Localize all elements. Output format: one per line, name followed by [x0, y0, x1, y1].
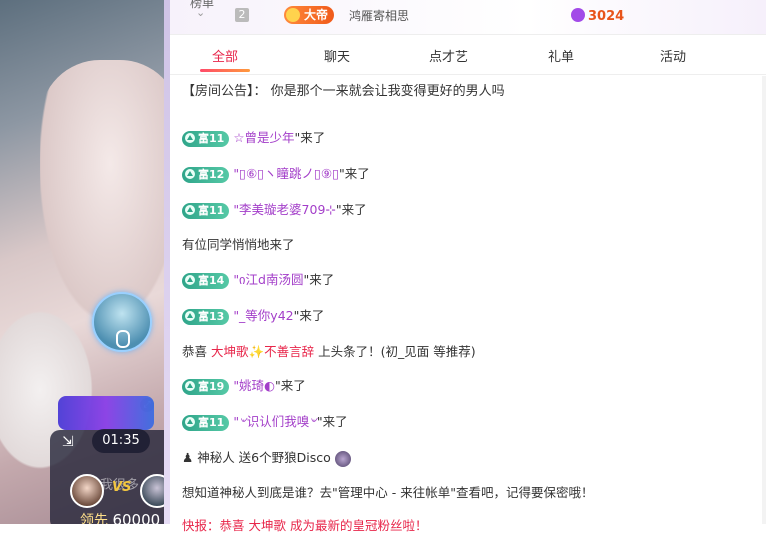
tab-all[interactable]: 全部	[212, 46, 238, 65]
message-suffix: "来了	[316, 414, 348, 429]
user-name[interactable]: ☆曾是少年	[233, 130, 294, 145]
chat-message: 富11 "৺识认们我嗅৺"来了	[182, 410, 348, 434]
wealth-level-badge: 富11	[182, 130, 230, 147]
pk-logo-badge	[58, 396, 154, 430]
message-suffix: "来了	[339, 166, 370, 181]
chat-message: 富11 ☆曾是少年"来了	[182, 126, 325, 150]
gift-icon	[334, 450, 351, 467]
video-backdrop-shape	[40, 60, 168, 320]
message-text: 想知道神秘人到底是谁？去"管理中心 - 来往帐单"查看吧，记得要保密哦！	[182, 485, 594, 500]
wealth-level-badge: 富12	[182, 166, 230, 183]
chat-message-gift: ♟ 神秘人 送6个野狼Disco	[182, 446, 351, 470]
user-name[interactable]: "李美璇老婆709⊹	[233, 202, 336, 217]
message-suffix: "来了	[293, 308, 325, 323]
user-name-2[interactable]: 不善言辞	[264, 344, 314, 359]
user-name[interactable]: "৺识认们我嗅৺	[233, 414, 317, 429]
chat-message: 想知道神秘人到底是谁？去"管理中心 - 来往帐单"查看吧，记得要保密哦！	[182, 481, 593, 505]
message-suffix: "来了	[335, 202, 367, 217]
points-value: 3024	[588, 9, 625, 24]
noble-badge: 大帝	[284, 6, 335, 24]
wealth-level-badge: 富11	[182, 202, 230, 219]
pk-host-avatar[interactable]	[70, 474, 104, 508]
chat-message: 富13 "_等你y42"来了	[182, 304, 324, 328]
announcement-text: 你是那个一来就会让我变得更好的男人吗	[270, 84, 505, 99]
active-tab-indicator	[200, 69, 250, 72]
user-name[interactable]: "▯⑥▯ヽ瞳跳ノ▯⑨▯	[233, 166, 339, 181]
sparkle-icon: ✨	[248, 344, 265, 359]
chevron-down-icon[interactable]: ⌄	[196, 6, 205, 19]
pk-lead-score: 领先 60000	[80, 510, 160, 524]
chat-tabs: 全部 聊天 点才艺 礼单 活动	[170, 36, 766, 75]
chat-message-headline: 恭喜 大坤歌✨不善言辞 上头条了！(初_见面 等推荐)	[182, 340, 476, 364]
wealth-level-badge: 富14	[182, 272, 230, 289]
user-name[interactable]: "_等你y42	[233, 308, 293, 323]
rank-user-name[interactable]: 鸿雁寄相思	[349, 7, 409, 24]
noble-label: 大帝	[304, 8, 329, 22]
exit-icon[interactable]: ⇲	[62, 434, 78, 450]
chat-panel: 榜单 ⌄ 2 大帝 鸿雁寄相思 3024 全部 聊天 点才艺 礼单 活动 【房间…	[170, 0, 766, 533]
wealth-level-badge: 富13	[182, 308, 230, 325]
rank-points: 3024	[571, 8, 624, 24]
pk-lead-value: 60000	[112, 511, 161, 524]
microphone-icon	[116, 330, 130, 348]
tab-talent[interactable]: 点才艺	[429, 46, 468, 65]
tab-chat[interactable]: 聊天	[324, 46, 350, 65]
announcement-prefix: 【房间公告】：	[182, 84, 267, 99]
pk-vs-label: VS	[112, 480, 132, 495]
room-announcement: 【房间公告】： 你是那个一来就会让我变得更好的男人吗	[182, 80, 505, 99]
tab-activity[interactable]: 活动	[660, 46, 686, 65]
rank-number: 2	[235, 8, 249, 22]
message-text: 快报：恭喜 大坤歌 成为最新的皇冠粉丝啦！	[182, 518, 428, 533]
user-name[interactable]: "ი江d南汤圆	[233, 272, 303, 287]
headline-prefix: 恭喜	[182, 344, 208, 359]
message-text: 有位同学悄悄地来了	[182, 237, 295, 252]
tab-gift-list[interactable]: 礼单	[548, 46, 574, 65]
pk-timer: 01:35	[92, 429, 150, 453]
chat-message: 富14 "ი江d南汤圆"来了	[182, 268, 334, 292]
chat-message: 富12 "▯⑥▯ヽ瞳跳ノ▯⑨▯"来了	[182, 162, 370, 186]
rank-top-bar: 榜单 ⌄ 2 大帝 鸿雁寄相思 3024	[170, 0, 766, 35]
live-video-area[interactable]: ⤢ ⇲ 01:35 我很多 VS 领先 60000	[0, 0, 168, 524]
chat-message-partial: 快报：恭喜 大坤歌 成为最新的皇冠粉丝啦！	[182, 514, 427, 538]
gift-text: 神秘人 送6个野狼Disco	[197, 450, 331, 465]
message-suffix: "来了	[274, 378, 306, 393]
chat-message: 富19 "姚琦◐"来了	[182, 374, 306, 398]
user-name[interactable]: "姚琦◐	[233, 378, 275, 393]
crown-icon	[286, 8, 300, 22]
message-suffix: "来了	[294, 130, 326, 145]
chat-message: 富11 "李美璇老婆709⊹"来了	[182, 198, 367, 222]
wealth-level-badge: 富11	[182, 414, 230, 431]
user-name[interactable]: 大坤歌	[211, 344, 249, 359]
pk-lead-prefix: 领先	[80, 513, 108, 524]
message-suffix: "来了	[303, 272, 335, 287]
chat-message: 有位同学悄悄地来了	[182, 233, 295, 257]
mystery-user-icon: ♟	[182, 450, 194, 465]
chat-scrollbar[interactable]	[762, 76, 766, 524]
headline-text: 上头条了！(初_见面 等推荐)	[318, 344, 476, 359]
lightning-icon	[571, 8, 585, 22]
wealth-level-badge: 富19	[182, 378, 230, 395]
